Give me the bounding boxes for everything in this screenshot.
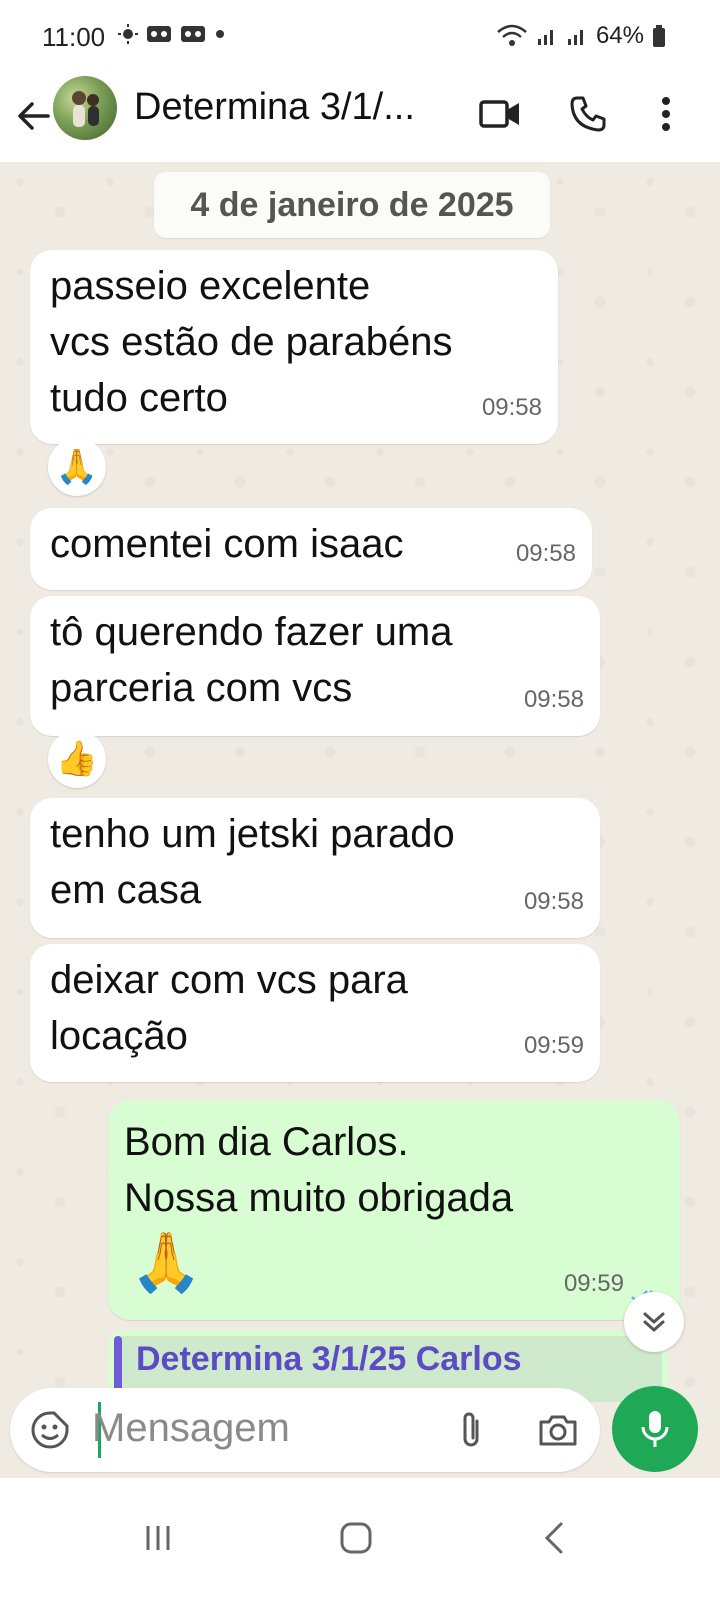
system-navigation-bar bbox=[0, 1478, 720, 1600]
message-text: comentei com isaac bbox=[50, 522, 404, 566]
incoming-message[interactable]: tô querendo fazer uma parceria com vcs 0… bbox=[30, 596, 600, 736]
message-emoji: 🙏 bbox=[130, 1230, 203, 1295]
voicemail-icon bbox=[147, 26, 171, 42]
signal-icon-2 bbox=[567, 30, 583, 45]
reaction-badge[interactable]: 🙏 bbox=[48, 438, 106, 496]
avatar-photo-icon bbox=[72, 91, 99, 127]
voicemail-icon-2 bbox=[181, 26, 205, 42]
attach-button[interactable] bbox=[448, 1406, 496, 1454]
chat-header: Determina 3/1/... bbox=[0, 76, 720, 162]
chat-area[interactable]: 4 de janeiro de 2025 passeio excelente v… bbox=[0, 162, 720, 1402]
message-time: 09:58 bbox=[523, 888, 584, 915]
recent-apps-icon bbox=[146, 1526, 170, 1550]
message-text: deixar com vcs para locação bbox=[50, 958, 408, 1058]
camera-button[interactable] bbox=[534, 1406, 582, 1454]
status-bar: 11:00 64% bbox=[0, 0, 720, 76]
more-vertical-icon bbox=[662, 97, 670, 131]
message-time: 09:58 bbox=[481, 394, 542, 421]
wifi-icon bbox=[497, 24, 527, 46]
avatar[interactable] bbox=[53, 76, 117, 140]
voice-record-button[interactable] bbox=[612, 1386, 698, 1472]
message-time: 09:58 bbox=[515, 540, 576, 567]
status-left-icons bbox=[118, 24, 226, 44]
arrow-back-icon bbox=[18, 102, 50, 130]
message-time: 09:58 bbox=[523, 686, 584, 713]
incoming-message[interactable]: tenho um jetski parado em casa 09:58 bbox=[30, 798, 600, 938]
date-separator: 4 de janeiro de 2025 bbox=[154, 172, 550, 238]
outgoing-message[interactable]: Bom dia Carlos. Nossa muito obrigada 🙏 0… bbox=[108, 1100, 680, 1320]
message-input[interactable]: Mensagem bbox=[92, 1406, 290, 1451]
system-back-button[interactable] bbox=[524, 1508, 584, 1568]
camera-icon bbox=[539, 1415, 577, 1446]
message-text: tô querendo fazer uma parceria com vcs bbox=[50, 610, 453, 710]
home-button[interactable] bbox=[326, 1508, 386, 1568]
phone-icon bbox=[570, 96, 606, 132]
more-options-button[interactable] bbox=[642, 90, 690, 138]
incoming-message[interactable]: comentei com isaac 09:58 bbox=[30, 508, 592, 590]
signal-icon bbox=[537, 30, 553, 45]
video-camera-icon bbox=[479, 100, 519, 128]
message-time: 09:59 bbox=[523, 1032, 584, 1059]
double-chevron-down-icon bbox=[643, 1312, 665, 1332]
recent-apps-button[interactable] bbox=[128, 1508, 188, 1568]
chat-title[interactable]: Determina 3/1/... bbox=[134, 86, 415, 129]
message-composer[interactable]: Mensagem bbox=[10, 1388, 600, 1472]
message-text: tenho um jetski parado em casa bbox=[50, 812, 455, 912]
quote-title: Determina 3/1/25 Carlos bbox=[136, 1340, 522, 1378]
sticker-smile-icon bbox=[31, 1411, 69, 1449]
scroll-to-bottom-button[interactable] bbox=[624, 1292, 684, 1352]
status-time: 11:00 bbox=[42, 22, 106, 52]
incoming-message[interactable]: deixar com vcs para locação 09:59 bbox=[30, 944, 600, 1082]
message-time: 09:59 bbox=[563, 1270, 624, 1297]
chevron-left-icon bbox=[544, 1522, 563, 1554]
microphone-icon bbox=[641, 1411, 669, 1447]
dot-icon bbox=[216, 30, 224, 38]
reaction-badge[interactable]: 👍 bbox=[48, 730, 106, 788]
brightness-icon bbox=[118, 24, 138, 44]
paperclip-icon bbox=[463, 1412, 479, 1447]
message-text: passeio excelente vcs estão de parabéns … bbox=[50, 264, 453, 420]
status-right: 64% bbox=[496, 22, 666, 50]
home-icon bbox=[340, 1522, 372, 1554]
back-button[interactable] bbox=[14, 96, 54, 136]
battery-icon bbox=[653, 25, 665, 47]
message-text: Bom dia Carlos. Nossa muito obrigada bbox=[124, 1120, 514, 1220]
emoji-button[interactable] bbox=[26, 1406, 74, 1454]
voice-call-button[interactable] bbox=[564, 90, 612, 138]
battery-percent: 64% bbox=[595, 22, 644, 49]
video-call-button[interactable] bbox=[476, 90, 524, 138]
incoming-message[interactable]: passeio excelente vcs estão de parabéns … bbox=[30, 250, 558, 444]
